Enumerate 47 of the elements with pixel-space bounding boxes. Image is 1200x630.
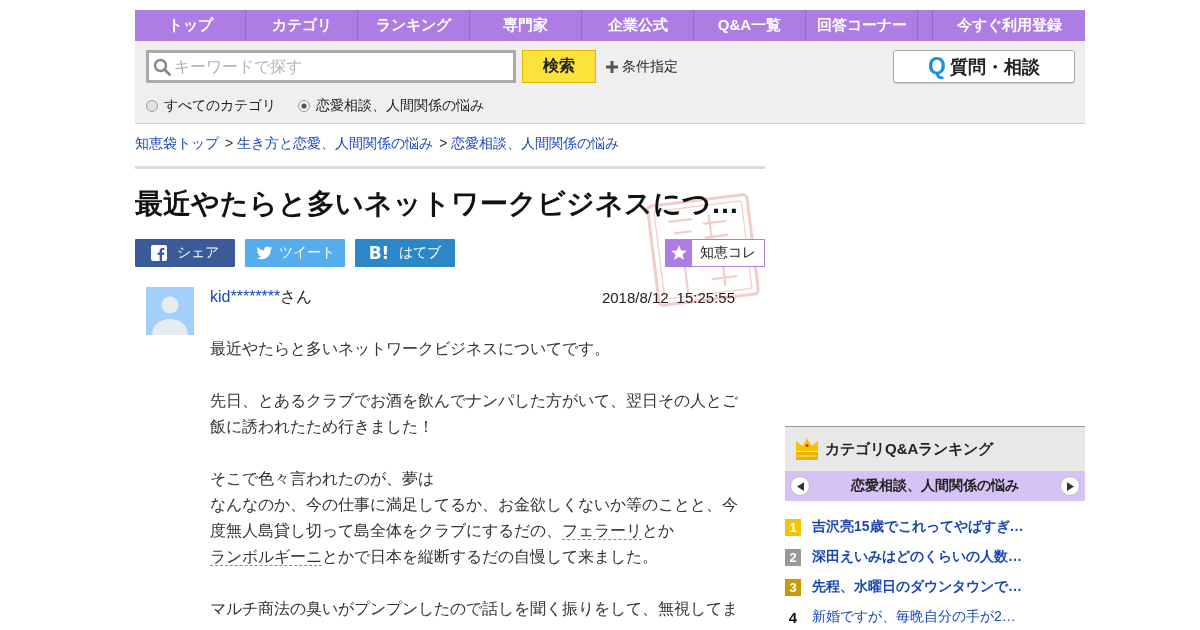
post-paragraph: 最近やたらと多いネットワークビジネスについてです。 xyxy=(210,339,611,359)
ask-question-button[interactable]: Q 質問・相談 xyxy=(893,50,1075,83)
search-button[interactable]: 検索 xyxy=(522,50,596,83)
category-option[interactable]: 恋愛相談、人間関係の悩み xyxy=(298,97,484,115)
post-paragraph: マルチ商法の臭いがプンプンしたので話しを聞く振りをして、無視してま xyxy=(210,599,739,619)
rank-number: 4 xyxy=(787,608,799,626)
plus-icon xyxy=(606,60,618,73)
post-time: 15:25:55 xyxy=(676,288,735,306)
breadcrumb-link[interactable]: 恋愛相談、人間関係の悩み xyxy=(451,133,620,153)
honorific-text: さん xyxy=(280,287,313,305)
rank-badge: 3 xyxy=(785,578,801,596)
ranking-link[interactable]: 深田えいみはどのくらいの人数… xyxy=(812,548,1022,566)
search-field[interactable]: キーワードで探す xyxy=(146,50,516,83)
conditions-button[interactable]: 条件指定 xyxy=(606,57,678,76)
keyword-link[interactable]: フェラーリ xyxy=(562,522,642,540)
post-paragraph: そこで色々言われたのが、夢は なんなのか、今の仕事に満足してるか、お金欲しくないか等のことと、今度無人島貸し切って島全体をクラブにするだの、フェラーリ とか ランボルギーニ とかで日本を縦断するだの自慢して来ました。 xyxy=(210,469,739,568)
collect-button[interactable]: 知恵コレ xyxy=(665,239,765,267)
share-button[interactable]: シェア xyxy=(135,239,235,267)
bird-icon xyxy=(255,246,273,260)
breadcrumb-link[interactable]: 生き方と恋愛、人間関係の悩み xyxy=(237,133,434,153)
question-title: 最近やたらと多いネットワークビジネスにつ… xyxy=(135,187,740,221)
left-triangle-icon xyxy=(796,481,804,491)
ranking-link[interactable]: 先程、水曜日のダウンタウンで… xyxy=(812,578,1022,596)
keyword-link[interactable]: ランボルギーニ xyxy=(210,548,322,566)
rank-badge: 2 xyxy=(785,548,801,566)
category-option[interactable]: すべてのカテゴリ xyxy=(146,97,276,115)
bookmark-button[interactable]: B! はてブ xyxy=(355,239,455,267)
right-triangle-icon xyxy=(1066,481,1074,491)
previous-button[interactable] xyxy=(790,476,810,496)
radio-button[interactable] xyxy=(298,100,310,112)
breadcrumb-separator: > xyxy=(225,134,234,153)
radio-button[interactable] xyxy=(146,100,158,112)
ranking-link[interactable]: 新婚ですが、毎晩自分の手が2… xyxy=(812,608,1016,626)
rank-badge: 1 xyxy=(785,518,801,536)
author-link[interactable]: kid******** xyxy=(210,287,281,305)
ranking-title: カテゴリQ&Aランキング xyxy=(825,439,994,459)
user-silhouette-icon xyxy=(146,287,194,335)
search-icon xyxy=(153,58,171,76)
breadcrumb-separator: > xyxy=(439,134,448,153)
breadcrumb-link[interactable]: 知恵袋トップ xyxy=(135,133,219,153)
next-button[interactable] xyxy=(1060,476,1080,496)
square-f-icon xyxy=(151,245,167,261)
post-paragraph: 先日、とあるクラブでお酒を飲んでナンパした方がいて、翌日その人とご飯に誘われたため行きました！ xyxy=(210,391,739,437)
post-date: 2018/8/12 xyxy=(601,288,669,306)
crown-icon xyxy=(795,438,819,460)
ranking-link[interactable]: 吉沢亮15歳でこれってやばすぎ… xyxy=(812,518,1024,536)
category-name: 恋愛相談、人間関係の悩み xyxy=(851,477,1019,495)
